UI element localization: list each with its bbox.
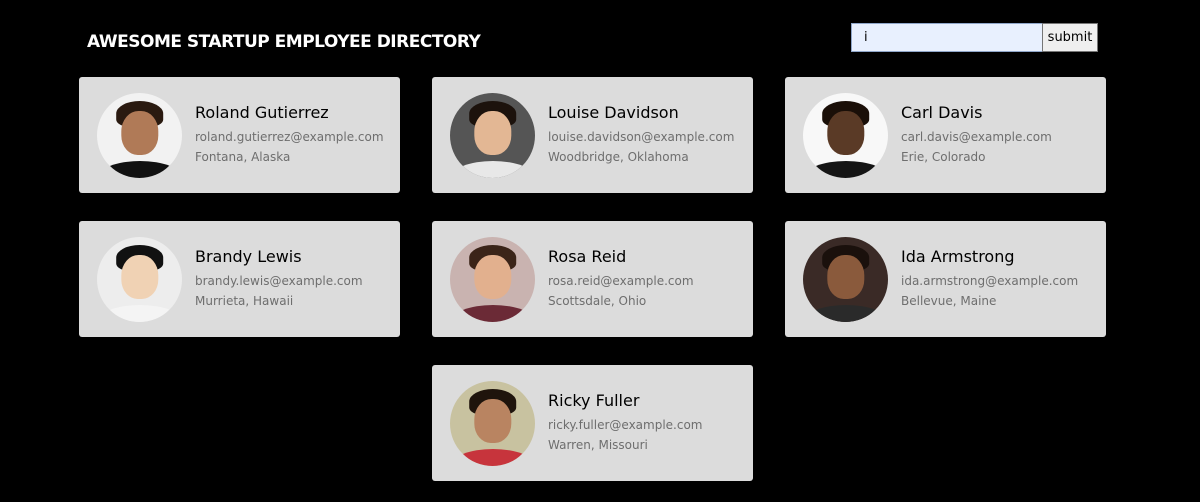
- employee-email: brandy.lewis@example.com: [195, 274, 363, 288]
- employee-name: Carl Davis: [901, 103, 983, 122]
- employee-directory-page: AWESOME STARTUP EMPLOYEE DIRECTORY submi…: [0, 0, 1200, 502]
- employee-card[interactable]: Ricky Fuller ricky.fuller@example.com Wa…: [432, 365, 753, 481]
- avatar: [450, 236, 535, 322]
- employee-info: Louise Davidson louise.davidson@example.…: [548, 103, 734, 167]
- employee-info: Roland Gutierrez roland.gutierrez@exampl…: [195, 103, 384, 167]
- employee-info: Ida Armstrong ida.armstrong@example.com …: [901, 247, 1078, 311]
- employee-name: Louise Davidson: [548, 103, 679, 122]
- employee-email: louise.davidson@example.com: [548, 130, 735, 144]
- employee-location: Murrieta, Hawaii: [195, 294, 294, 308]
- employee-card[interactable]: Louise Davidson louise.davidson@example.…: [432, 77, 753, 193]
- employee-card[interactable]: Ida Armstrong ida.armstrong@example.com …: [785, 221, 1106, 337]
- avatar: [803, 236, 888, 322]
- employee-card[interactable]: Rosa Reid rosa.reid@example.com Scottsda…: [432, 221, 753, 337]
- employee-info: Rosa Reid rosa.reid@example.com Scottsda…: [548, 247, 694, 311]
- employee-email: ida.armstrong@example.com: [901, 274, 1079, 288]
- page-title: AWESOME STARTUP EMPLOYEE DIRECTORY: [87, 32, 481, 52]
- employee-location: Scottsdale, Ohio: [548, 294, 647, 308]
- employee-email: ricky.fuller@example.com: [548, 418, 703, 432]
- employee-info: Carl Davis carl.davis@example.com Erie, …: [901, 103, 1052, 167]
- avatar: [803, 92, 888, 178]
- employee-email: carl.davis@example.com: [901, 130, 1052, 144]
- employee-location: Bellevue, Maine: [901, 294, 997, 308]
- employee-name: Rosa Reid: [548, 247, 627, 266]
- employee-name: Ricky Fuller: [548, 391, 640, 410]
- employee-info: Ricky Fuller ricky.fuller@example.com Wa…: [548, 391, 703, 455]
- avatar: [450, 380, 535, 466]
- employee-info: Brandy Lewis brandy.lewis@example.com Mu…: [195, 247, 363, 311]
- employee-name: Ida Armstrong: [901, 247, 1015, 266]
- search-form: submit: [851, 23, 1098, 52]
- search-input[interactable]: [851, 23, 1042, 52]
- avatar: [450, 92, 535, 178]
- employee-card[interactable]: Carl Davis carl.davis@example.com Erie, …: [785, 77, 1106, 193]
- avatar: [97, 236, 182, 322]
- employee-card[interactable]: Brandy Lewis brandy.lewis@example.com Mu…: [79, 221, 400, 337]
- employee-email: rosa.reid@example.com: [548, 274, 694, 288]
- employee-location: Erie, Colorado: [901, 150, 986, 164]
- employee-location: Woodbridge, Oklahoma: [548, 150, 689, 164]
- employee-email: roland.gutierrez@example.com: [195, 130, 384, 144]
- employee-grid: Roland Gutierrez roland.gutierrez@exampl…: [79, 77, 1106, 481]
- employee-location: Fontana, Alaska: [195, 150, 291, 164]
- submit-button[interactable]: submit: [1042, 23, 1098, 52]
- employee-name: Brandy Lewis: [195, 247, 302, 266]
- employee-card[interactable]: Roland Gutierrez roland.gutierrez@exampl…: [79, 77, 400, 193]
- avatar: [97, 92, 182, 178]
- employee-name: Roland Gutierrez: [195, 103, 329, 122]
- employee-location: Warren, Missouri: [548, 438, 648, 452]
